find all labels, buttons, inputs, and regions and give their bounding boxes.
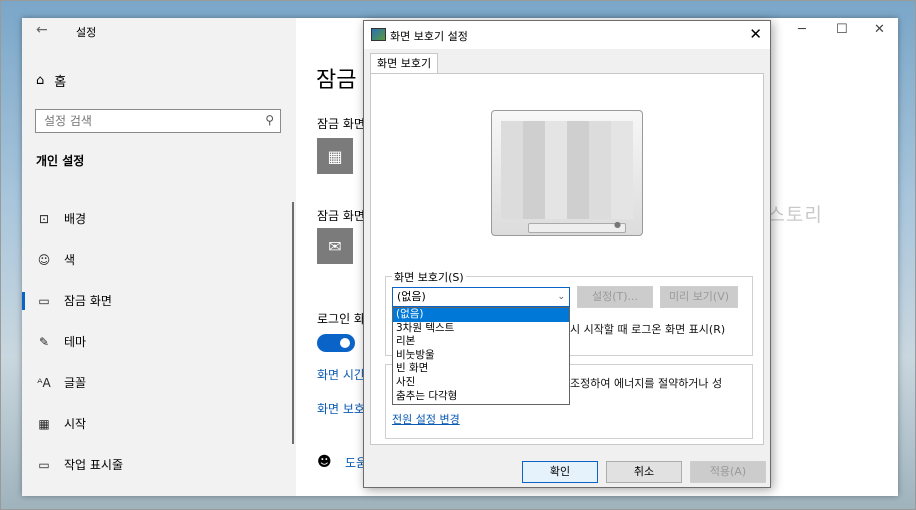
- home-link[interactable]: ⌂ 홈: [36, 70, 66, 90]
- preview-button[interactable]: 미리 보기(V): [660, 286, 738, 308]
- option-none[interactable]: (없음): [393, 308, 569, 322]
- sidebar-item-background[interactable]: ⊡ 배경: [22, 198, 296, 239]
- back-arrow-icon[interactable]: ←: [36, 22, 48, 38]
- option-blank[interactable]: 빈 화면: [393, 362, 569, 376]
- monitor-preview: ●: [491, 110, 643, 236]
- settings-button[interactable]: 설정(T)...: [577, 286, 653, 308]
- cancel-button[interactable]: 취소: [606, 461, 682, 483]
- option-bubbles[interactable]: 비눗방울: [393, 349, 569, 363]
- minimize-icon[interactable]: ─: [798, 22, 806, 37]
- help-icon: ☻: [317, 454, 332, 470]
- sidebar-scrollbar[interactable]: [292, 202, 294, 444]
- font-icon: ᴬA: [37, 375, 51, 390]
- sidebar-item-label: 테마: [64, 335, 87, 349]
- lock-screen-background-label: 잠금 화면: [317, 117, 365, 131]
- home-icon: ⌂: [36, 72, 45, 88]
- maximize-icon[interactable]: ☐: [836, 22, 848, 37]
- sidebar-item-label: 글꼴: [64, 376, 87, 390]
- sidebar-item-color[interactable]: ☺ 색: [22, 239, 296, 280]
- sidebar-item-label: 배경: [64, 212, 87, 226]
- option-ribbons[interactable]: 리본: [393, 335, 569, 349]
- power-settings-link[interactable]: 전원 설정 변경: [392, 411, 460, 427]
- sidebar-item-font[interactable]: ᴬA 글꼴: [22, 362, 296, 403]
- screen-saver-link[interactable]: 화면 보호: [317, 400, 365, 417]
- ok-button[interactable]: 확인: [522, 461, 598, 483]
- search-icon[interactable]: ⚲: [265, 113, 274, 127]
- tab-screen-saver[interactable]: 화면 보호기: [370, 53, 439, 74]
- screen-saver-select[interactable]: (없음) ⌄: [392, 287, 570, 307]
- select-value: (없음): [397, 290, 426, 303]
- screen-timeout-link[interactable]: 화면 시간: [317, 366, 365, 383]
- signin-background-label: 로그인 화: [317, 312, 365, 326]
- sidebar-item-taskbar[interactable]: ▭ 작업 표시줄: [22, 444, 296, 485]
- apply-button[interactable]: 적용(A): [690, 461, 766, 483]
- sidebar-item-theme[interactable]: ✎ 테마: [22, 321, 296, 362]
- monitor-icon: [371, 28, 386, 41]
- close-icon[interactable]: ✕: [749, 25, 762, 43]
- image-icon: ⊡: [38, 211, 50, 226]
- sidebar-item-lock-screen[interactable]: ▭ 잠금 화면: [22, 280, 296, 321]
- calendar-icon[interactable]: ▦: [317, 138, 353, 174]
- option-3d-text[interactable]: 3차원 텍스트: [393, 322, 569, 336]
- lock-screen-status-label: 잠금 화면: [317, 209, 365, 223]
- theme-icon: ✎: [38, 334, 50, 349]
- palette-icon: ☺: [37, 252, 51, 267]
- section-title: 개인 설정: [36, 154, 85, 168]
- sidebar-nav: ⊡ 배경 ☺ 색 ▭ 잠금 화면 ✎ 테마 ᴬA 글꼴 ▦ 시작 ▭ 작업 표시…: [22, 198, 296, 485]
- mail-icon[interactable]: ✉: [317, 228, 353, 264]
- screen-saver-options[interactable]: (없음) 3차원 텍스트 리본 비눗방울 빈 화면 사진 춤추는 다각형: [392, 307, 570, 405]
- sidebar-item-label: 잠금 화면: [64, 294, 112, 308]
- settings-sidebar: ← 설정 ⌂ 홈 ⚲ 개인 설정 ⊡ 배경 ☺ 색 ▭ 잠금 화면: [22, 18, 296, 496]
- lock-screen-icon: ▭: [38, 293, 50, 308]
- app-title: 설정: [76, 26, 97, 39]
- monitor-base: [528, 223, 626, 233]
- screen-saver-dialog: 화면 보호기 설정 ✕ 화면 보호기 ● 화면 보호기(S) (없음) ⌄ (없…: [363, 20, 771, 488]
- chevron-down-icon: ⌄: [557, 292, 565, 302]
- sidebar-item-start[interactable]: ▦ 시작: [22, 403, 296, 444]
- settings-search-box[interactable]: ⚲: [35, 109, 281, 133]
- option-mystify[interactable]: 춤추는 다각형: [393, 390, 569, 404]
- sidebar-item-label: 색: [64, 253, 76, 267]
- sidebar-item-label: 시작: [64, 417, 87, 431]
- preview-screen: [501, 121, 633, 219]
- power-description: 조정하여 에너지를 절약하거나 성: [570, 377, 723, 390]
- start-icon: ▦: [38, 416, 50, 431]
- signin-background-toggle[interactable]: [317, 334, 355, 352]
- taskbar-icon: ▭: [38, 457, 50, 472]
- dialog-title: 화면 보호기 설정: [390, 30, 468, 43]
- option-photos[interactable]: 사진: [393, 376, 569, 390]
- close-icon[interactable]: ✕: [874, 22, 885, 37]
- home-label: 홈: [54, 74, 67, 90]
- search-input[interactable]: [36, 110, 252, 132]
- page-title: 잠금: [316, 68, 357, 93]
- group-label: 화면 보호기(S): [392, 269, 466, 285]
- resume-logon-text: 시 시작할 때 로그온 화면 표시(R): [570, 323, 726, 336]
- power-button-icon: ●: [614, 220, 621, 229]
- sidebar-item-label: 작업 표시줄: [64, 458, 124, 472]
- dialog-titlebar: 화면 보호기 설정 ✕: [364, 21, 770, 49]
